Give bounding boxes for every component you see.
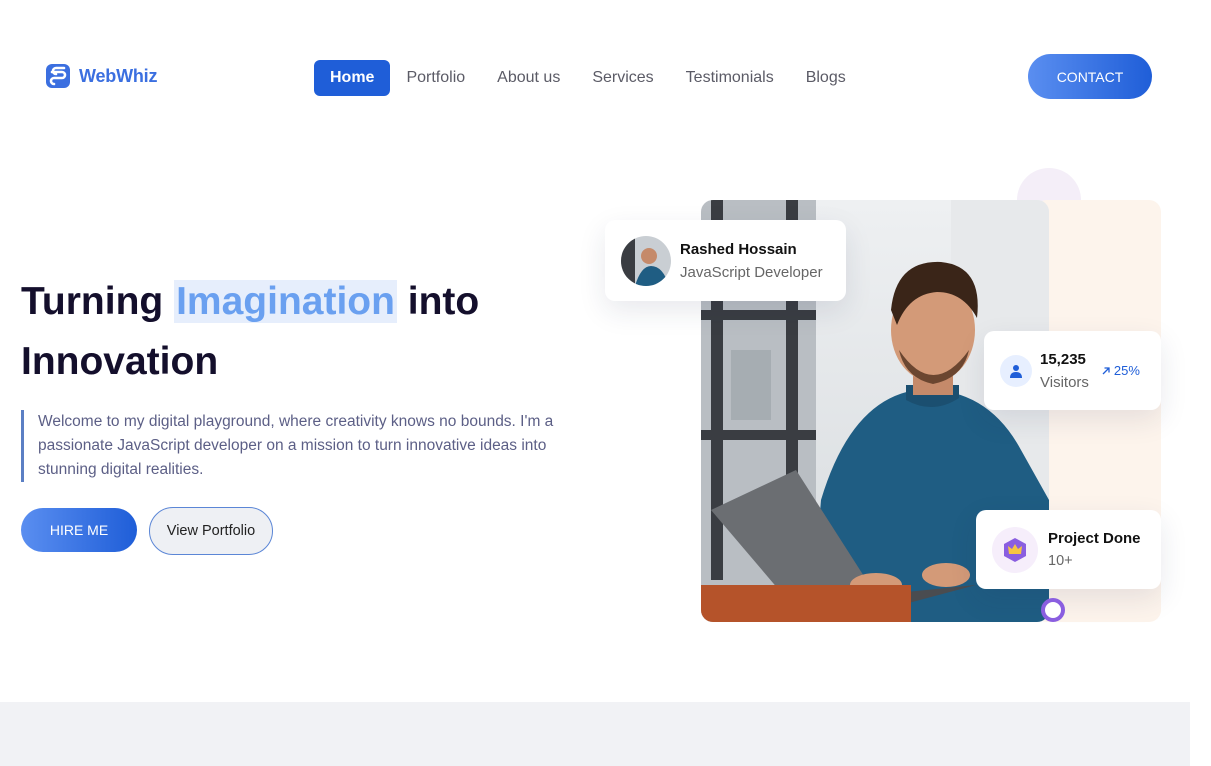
visitors-growth-value: 25%: [1113, 363, 1140, 378]
nav-services[interactable]: Services: [576, 60, 669, 96]
project-count: 10+: [1048, 553, 1073, 569]
next-section-band: [0, 702, 1190, 766]
avatar: [621, 235, 671, 286]
project-card: Project Done 10+: [976, 510, 1161, 589]
project-title: Project Done: [1048, 530, 1141, 547]
user-icon: [1000, 354, 1032, 387]
contact-button[interactable]: CONTACT: [1028, 54, 1152, 99]
hero-title-end: into: [396, 280, 480, 323]
profile-card: Rashed Hossain JavaScript Developer: [605, 220, 846, 301]
arrow-up-right-icon: [1102, 366, 1110, 374]
profile-name: Rashed Hossain: [680, 240, 797, 258]
visitors-card: 15,235 Visitors 25%: [984, 331, 1161, 410]
logo-text: WebWhiz: [79, 65, 158, 86]
hero-title-highlight: Imagination: [174, 280, 397, 323]
nav-home[interactable]: Home: [314, 60, 391, 96]
visitors-count: 15,235: [1040, 350, 1086, 368]
nav-portfolio[interactable]: Portfolio: [390, 60, 481, 96]
nav-blogs[interactable]: Blogs: [790, 60, 862, 96]
hero-title-line2: Innovation: [21, 340, 219, 383]
nav-testimonials[interactable]: Testimonials: [670, 60, 790, 96]
hero-title: Turning Imagination into Innovation: [21, 272, 581, 392]
hero-title-start: Turning: [21, 280, 175, 323]
logo-icon: [46, 64, 70, 88]
visitors-label: Visitors: [1040, 373, 1089, 391]
main-nav: Home Portfolio About us Services Testimo…: [314, 60, 862, 96]
visitors-growth: 25%: [1101, 363, 1140, 378]
profile-role: JavaScript Developer: [680, 263, 823, 281]
nav-about-us[interactable]: About us: [481, 60, 576, 96]
hero-description: Welcome to my digital playground, where …: [21, 410, 591, 482]
brand-logo[interactable]: WebWhiz: [45, 63, 157, 89]
hire-me-button[interactable]: HIRE ME: [21, 508, 137, 552]
view-portfolio-button[interactable]: View Portfolio: [149, 507, 273, 555]
crown-icon: [992, 526, 1038, 573]
decorative-ring: [1041, 598, 1065, 622]
